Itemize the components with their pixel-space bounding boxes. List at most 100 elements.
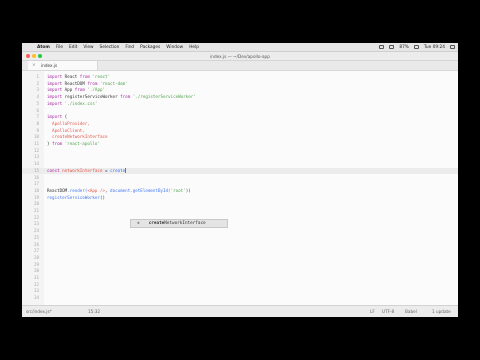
autocomplete-typed-prefix[interactable]: create	[149, 221, 165, 226]
code-text[interactable]: registerServiceWorker()	[47, 195, 105, 202]
code-token: './index.css'	[64, 100, 98, 106]
code-text[interactable]: } from 'react-apollo'	[47, 141, 100, 148]
code-line[interactable]: 20	[22, 201, 458, 208]
line-number: 22	[33, 214, 39, 220]
code-line[interactable]: 11 } from 'react-apollo'	[22, 141, 458, 148]
code-text[interactable]: import React from 'react'	[47, 74, 110, 81]
menu-file[interactable]: File	[56, 45, 63, 50]
code-line[interactable]: 8 ApolloProvider,	[22, 121, 458, 128]
wifi-icon[interactable]	[379, 45, 385, 49]
code-line[interactable]: 21	[22, 208, 458, 215]
code-line[interactable]: 23	[22, 221, 458, 228]
line-number: 18	[33, 187, 39, 193]
battery-icon[interactable]	[413, 45, 419, 49]
code-line[interactable]: 10 createNetworkInterface	[22, 134, 458, 141]
menu-packages[interactable]: Packages	[140, 45, 160, 50]
autocomplete-popup[interactable]: ◆ create NetworkInterface	[130, 219, 228, 228]
close-tab-icon[interactable]: ×	[32, 63, 36, 68]
code-text[interactable]: import registerServiceWorker from './reg…	[47, 94, 196, 101]
status-cursor-position[interactable]: 15:32	[88, 309, 100, 314]
code-line[interactable]: 32	[22, 282, 458, 289]
volume-icon[interactable]	[389, 45, 395, 49]
code-text[interactable]: ApolloClient,	[47, 128, 85, 135]
code-text[interactable]: ReactDOM.render(<App />, document.getEle…	[47, 188, 191, 195]
code-line[interactable]: 26	[22, 242, 458, 249]
spotlight-icon[interactable]	[450, 45, 455, 49]
code-text[interactable]: import App from './App'	[47, 87, 105, 94]
menu-app-name[interactable]: Atom	[37, 45, 50, 50]
code-text[interactable]: createNetworkInterface	[47, 134, 108, 141]
code-line[interactable]: 27	[22, 248, 458, 255]
code-text[interactable]: import './index.css'	[47, 101, 97, 108]
menu-window[interactable]: Window	[166, 45, 183, 50]
code-line[interactable]: 28	[22, 255, 458, 262]
code-line[interactable]: 25	[22, 235, 458, 242]
code-line[interactable]: 31	[22, 275, 458, 282]
status-grammar[interactable]: Babel	[405, 309, 417, 314]
status-bar: src/index.js* 15:32 LF UTF-8 Babel 1 upd…	[22, 305, 458, 317]
code-line[interactable]: 7 import {	[22, 114, 458, 121]
status-updates[interactable]: 1 update	[432, 309, 451, 314]
line-number: 34	[33, 295, 39, 301]
code-token: React	[64, 74, 80, 79]
line-number: 11	[33, 141, 39, 146]
code-line[interactable]: 14	[22, 161, 458, 168]
menubar-clock[interactable]: Tue 09:24	[424, 45, 445, 50]
status-file-path[interactable]: src/index.js*	[26, 309, 52, 314]
code-line[interactable]: 22	[22, 215, 458, 222]
code-line[interactable]: 17	[22, 181, 458, 188]
menu-find[interactable]: Find	[125, 45, 134, 50]
menu-edit[interactable]: Edit	[69, 45, 77, 50]
code-line[interactable]: 15 const networkInterface = create	[22, 167, 458, 175]
code-line[interactable]: 12	[22, 148, 458, 155]
code-text[interactable]: import {	[47, 114, 67, 121]
code-token: import	[47, 80, 65, 86]
line-number: 24	[33, 228, 39, 234]
code-text[interactable]: ApolloProvider,	[47, 121, 90, 128]
code-line[interactable]: 18 ReactDOM.render(<App />, document.getE…	[22, 188, 458, 195]
code-editor[interactable]: 1 import React from 'react' 2 import ReactD…	[22, 71, 458, 305]
code-line[interactable]: 2 import ReactDOM from 'react-dom'	[22, 81, 458, 88]
code-line[interactable]: 33	[22, 288, 458, 295]
status-encoding[interactable]: UTF-8	[382, 309, 394, 314]
status-line-ending[interactable]: LF	[370, 309, 375, 314]
suggestion-type-icon: ◆	[137, 221, 140, 226]
line-number: 3	[36, 87, 39, 93]
line-number: 4	[36, 94, 39, 100]
tab-index-js[interactable]: × index.js	[28, 61, 98, 70]
battery-percent[interactable]: 87%	[399, 45, 409, 50]
line-number: 19	[33, 194, 39, 200]
autocomplete-suggestion-rest[interactable]: NetworkInterface	[164, 221, 205, 226]
code-text[interactable]: import ReactDOM from 'react-dom'	[47, 81, 128, 88]
code-token: ReactDOM	[64, 80, 88, 86]
code-line[interactable]: 5 import './index.css'	[22, 101, 458, 108]
minimize-window-icon[interactable]	[32, 54, 36, 58]
code-line[interactable]: 9 ApolloClient,	[22, 128, 458, 135]
code-line[interactable]: 19 registerServiceWorker()	[22, 195, 458, 202]
code-line[interactable]: 16	[22, 175, 458, 182]
code-line[interactable]: 24	[22, 228, 458, 235]
menu-help[interactable]: Help	[189, 45, 199, 50]
code-line[interactable]: 3 import App from './App'	[22, 87, 458, 94]
code-token: .render(	[67, 187, 88, 193]
line-number: 33	[33, 288, 39, 294]
code-line[interactable]: 4 import registerServiceWorker from './re…	[22, 94, 458, 101]
code-token: ))	[185, 187, 191, 193]
tab-bar: × index.js	[22, 61, 458, 71]
code-line[interactable]: 29	[22, 262, 458, 269]
line-number: 17	[33, 181, 39, 187]
code-text[interactable]: const networkInterface = create	[47, 168, 126, 175]
code-line[interactable]: 6	[22, 108, 458, 115]
code-line[interactable]: 1 import React from 'react'	[22, 74, 458, 81]
code-line[interactable]: 13	[22, 154, 458, 161]
code-token: import	[47, 74, 65, 79]
code-token: createNetworkInterface	[47, 134, 108, 140]
code-line[interactable]: 34	[22, 295, 458, 302]
close-window-icon[interactable]	[26, 54, 30, 58]
zoom-window-icon[interactable]	[38, 54, 42, 58]
code-line[interactable]: 30	[22, 268, 458, 275]
code-token: ApolloClient,	[47, 127, 85, 133]
menu-selection[interactable]: Selection	[100, 45, 120, 50]
code-token: from	[87, 80, 100, 86]
menu-view[interactable]: View	[83, 45, 93, 50]
